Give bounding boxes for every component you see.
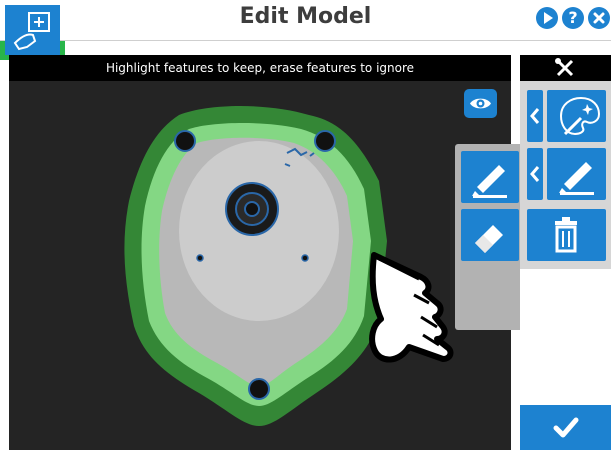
chevron-left-icon (530, 166, 540, 182)
close-button[interactable] (588, 7, 610, 29)
expand-magic-wand-button[interactable] (527, 90, 543, 142)
trash-icon (555, 217, 577, 253)
model-image[interactable] (9, 81, 511, 450)
tools-icon (555, 58, 574, 77)
center-ring-inner (244, 201, 260, 217)
feature-dot-left (196, 254, 204, 262)
eraser-icon (475, 225, 503, 253)
highlight-tool-button[interactable] (461, 151, 519, 203)
header-divider (0, 40, 611, 41)
header-bar: Edit Model ? (0, 0, 611, 40)
magic-wand-tool-button[interactable] (547, 90, 606, 142)
expand-highlight-button[interactable] (527, 148, 543, 200)
close-icon (593, 12, 605, 24)
marker-icon (559, 162, 594, 195)
help-icon: ? (568, 8, 578, 27)
chevron-left-icon (530, 108, 540, 124)
clear-all-button[interactable] (527, 209, 606, 261)
select-region-icon (13, 12, 50, 51)
marker-icon (472, 165, 507, 198)
camera-view[interactable]: Highlight features to keep, erase featur… (9, 55, 511, 450)
feature-dot-right (301, 254, 309, 262)
select-region-tool-face (5, 5, 60, 55)
toggle-visibility-button[interactable] (464, 89, 497, 118)
right-tool-panel (520, 55, 611, 450)
hole-bottom (248, 378, 270, 400)
highlight-tool-button-panel[interactable] (547, 148, 606, 200)
hole-top-left (174, 130, 196, 152)
hand-pointer-icon (369, 252, 454, 363)
play-icon (544, 12, 553, 24)
tools-panel-body (520, 81, 611, 269)
play-button[interactable] (536, 7, 558, 29)
tools-header (520, 55, 611, 81)
page-title: Edit Model (239, 4, 372, 29)
erase-tool-button[interactable] (461, 209, 519, 261)
instruction-banner: Highlight features to keep, erase featur… (9, 55, 511, 81)
check-icon (553, 417, 579, 438)
hole-top-right (314, 130, 336, 152)
magic-wand-icon (559, 96, 601, 136)
select-region-tool-button[interactable] (0, 0, 65, 60)
confirm-button[interactable] (520, 405, 611, 450)
help-button[interactable]: ? (562, 7, 584, 29)
eye-icon (470, 98, 491, 109)
